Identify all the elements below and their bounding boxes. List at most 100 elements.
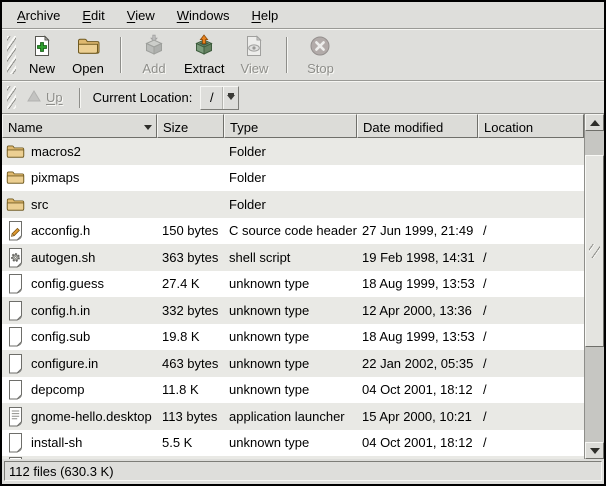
file-name: autogen.sh	[31, 250, 95, 265]
toolbar-separator	[286, 37, 288, 73]
location-combo[interactable]: /	[200, 86, 239, 110]
file-size: 463 bytes	[157, 356, 224, 371]
file-date-modified: 27 Jun 1999, 21:49	[357, 223, 478, 238]
file-date-modified: 18 Aug 1999, 13:53	[357, 329, 478, 344]
stop-button: Stop	[297, 32, 343, 78]
file-name: config.sub	[31, 329, 90, 344]
up-arrow-icon	[27, 90, 41, 105]
file-location: /	[478, 435, 584, 450]
table-row[interactable]: acconfig.h 150 bytesC source code header2…	[2, 218, 584, 245]
file-date-modified: 12 Apr 2000, 13:36	[357, 303, 478, 318]
plain-file-icon	[6, 353, 25, 374]
file-size: 332 bytes	[157, 303, 224, 318]
file-size: 5.5 K	[157, 435, 224, 450]
file-size: 363 bytes	[157, 250, 224, 265]
column-header-size[interactable]: Size	[157, 114, 224, 138]
table-header-row: Name Size Type Date modified Location	[2, 114, 584, 138]
view-file-icon	[242, 34, 266, 61]
file-name: configure.in	[31, 356, 98, 371]
file-location: /	[478, 382, 584, 397]
scroll-up-button[interactable]	[585, 114, 604, 131]
plain-file-icon	[6, 273, 25, 294]
file-name: depcomp	[31, 382, 84, 397]
statusbar-text: 112 files (630.3 K)	[9, 464, 114, 479]
table-row[interactable]: configure.in 463 bytesunknown type22 Jan …	[2, 350, 584, 377]
table-row[interactable]: srcFolder	[2, 191, 584, 218]
column-header-date-modified[interactable]: Date modified	[357, 114, 478, 138]
menu-view-label: V	[127, 8, 135, 23]
add-button: Add	[131, 32, 177, 78]
location-bar-grip-handle[interactable]	[7, 86, 16, 109]
new-button[interactable]: New	[19, 32, 65, 78]
file-location: /	[478, 250, 584, 265]
file-type: unknown type	[224, 276, 357, 291]
menu-edit[interactable]: Edit	[71, 5, 115, 26]
file-location: /	[478, 303, 584, 318]
file-type: C source code header	[224, 223, 357, 238]
file-location: /	[478, 409, 584, 424]
plain-file-icon	[6, 326, 25, 347]
archive-manager-window: Archive Edit View Windows Help New Open	[0, 0, 606, 486]
file-name: acconfig.h	[31, 223, 90, 238]
scroll-up-icon	[590, 120, 600, 126]
table-row[interactable]: macros2 Folder	[2, 138, 584, 165]
file-type: Folder	[224, 144, 357, 159]
scrollbar-thumb[interactable]	[585, 155, 604, 347]
file-type: unknown type	[224, 435, 357, 450]
vertical-scrollbar[interactable]	[584, 114, 604, 459]
menu-windows[interactable]: Windows	[166, 5, 241, 26]
view-button: View	[231, 32, 277, 78]
menu-help-label: H	[251, 8, 260, 23]
location-combo-value[interactable]: /	[201, 87, 223, 109]
new-archive-icon	[30, 34, 54, 61]
script-file-icon	[6, 247, 25, 268]
file-name: pixmaps	[31, 170, 79, 185]
file-location: /	[478, 329, 584, 344]
file-name: macros2	[31, 144, 81, 159]
separator	[79, 88, 81, 108]
menu-view[interactable]: View	[116, 5, 166, 26]
file-date-modified: 22 Jan 2002, 05:35	[357, 356, 478, 371]
toolbar-grip-handle[interactable]	[7, 36, 16, 75]
menu-help[interactable]: Help	[240, 5, 289, 26]
file-date-modified: 04 Oct 2001, 18:12	[357, 435, 478, 450]
scroll-down-button[interactable]	[585, 442, 604, 459]
scrollbar-grip-icon	[589, 244, 600, 258]
stop-icon	[308, 34, 332, 61]
add-files-icon	[142, 34, 166, 61]
menubar: Archive Edit View Windows Help	[2, 2, 604, 28]
extract-icon	[192, 34, 216, 61]
file-size: 27.4 K	[157, 276, 224, 291]
table-row[interactable]: install-sh5.5 Kunknown type04 Oct 2001, …	[2, 430, 584, 457]
open-button[interactable]: Open	[65, 32, 111, 78]
sort-indicator-icon[interactable]	[144, 125, 152, 130]
file-name: config.h.in	[31, 303, 90, 318]
file-type: unknown type	[224, 303, 357, 318]
menu-archive-label: A	[17, 8, 26, 23]
table-row[interactable]: config.h.in 332 bytesunknown type12 Apr 2…	[2, 297, 584, 324]
menu-windows-label: W	[177, 8, 189, 23]
view-button-label: View	[240, 62, 268, 76]
file-size: 11.8 K	[157, 382, 224, 397]
file-size: 150 bytes	[157, 223, 224, 238]
table-row[interactable]: pixmaps Folder	[2, 165, 584, 192]
toolbar: New Open Add	[2, 30, 604, 80]
column-header-location[interactable]: Location	[478, 114, 584, 138]
table-row[interactable]: autogen.sh363 bytesshell script19 Feb 19…	[2, 244, 584, 271]
menu-edit-label: E	[82, 8, 91, 23]
table-row[interactable]: gnome-hello.desktop113 bytesapplication …	[2, 403, 584, 430]
combo-dropdown-icon[interactable]	[223, 87, 238, 109]
menu-archive[interactable]: Archive	[6, 5, 71, 26]
file-date-modified: 19 Feb 1998, 14:31	[357, 250, 478, 265]
open-button-label: Open	[72, 62, 104, 76]
file-location: /	[478, 356, 584, 371]
table-row[interactable]: depcomp11.8 Kunknown type04 Oct 2001, 18…	[2, 377, 584, 404]
file-type: Folder	[224, 170, 357, 185]
file-size: 19.8 K	[157, 329, 224, 344]
extract-button[interactable]: Extract	[177, 32, 231, 78]
table-row[interactable]: config.sub19.8 Kunknown type18 Aug 1999,…	[2, 324, 584, 351]
table-row[interactable]: config.guess27.4 Kunknown type18 Aug 199…	[2, 271, 584, 298]
file-type: unknown type	[224, 356, 357, 371]
column-header-name[interactable]: Name	[2, 114, 157, 138]
column-header-type[interactable]: Type	[224, 114, 357, 138]
